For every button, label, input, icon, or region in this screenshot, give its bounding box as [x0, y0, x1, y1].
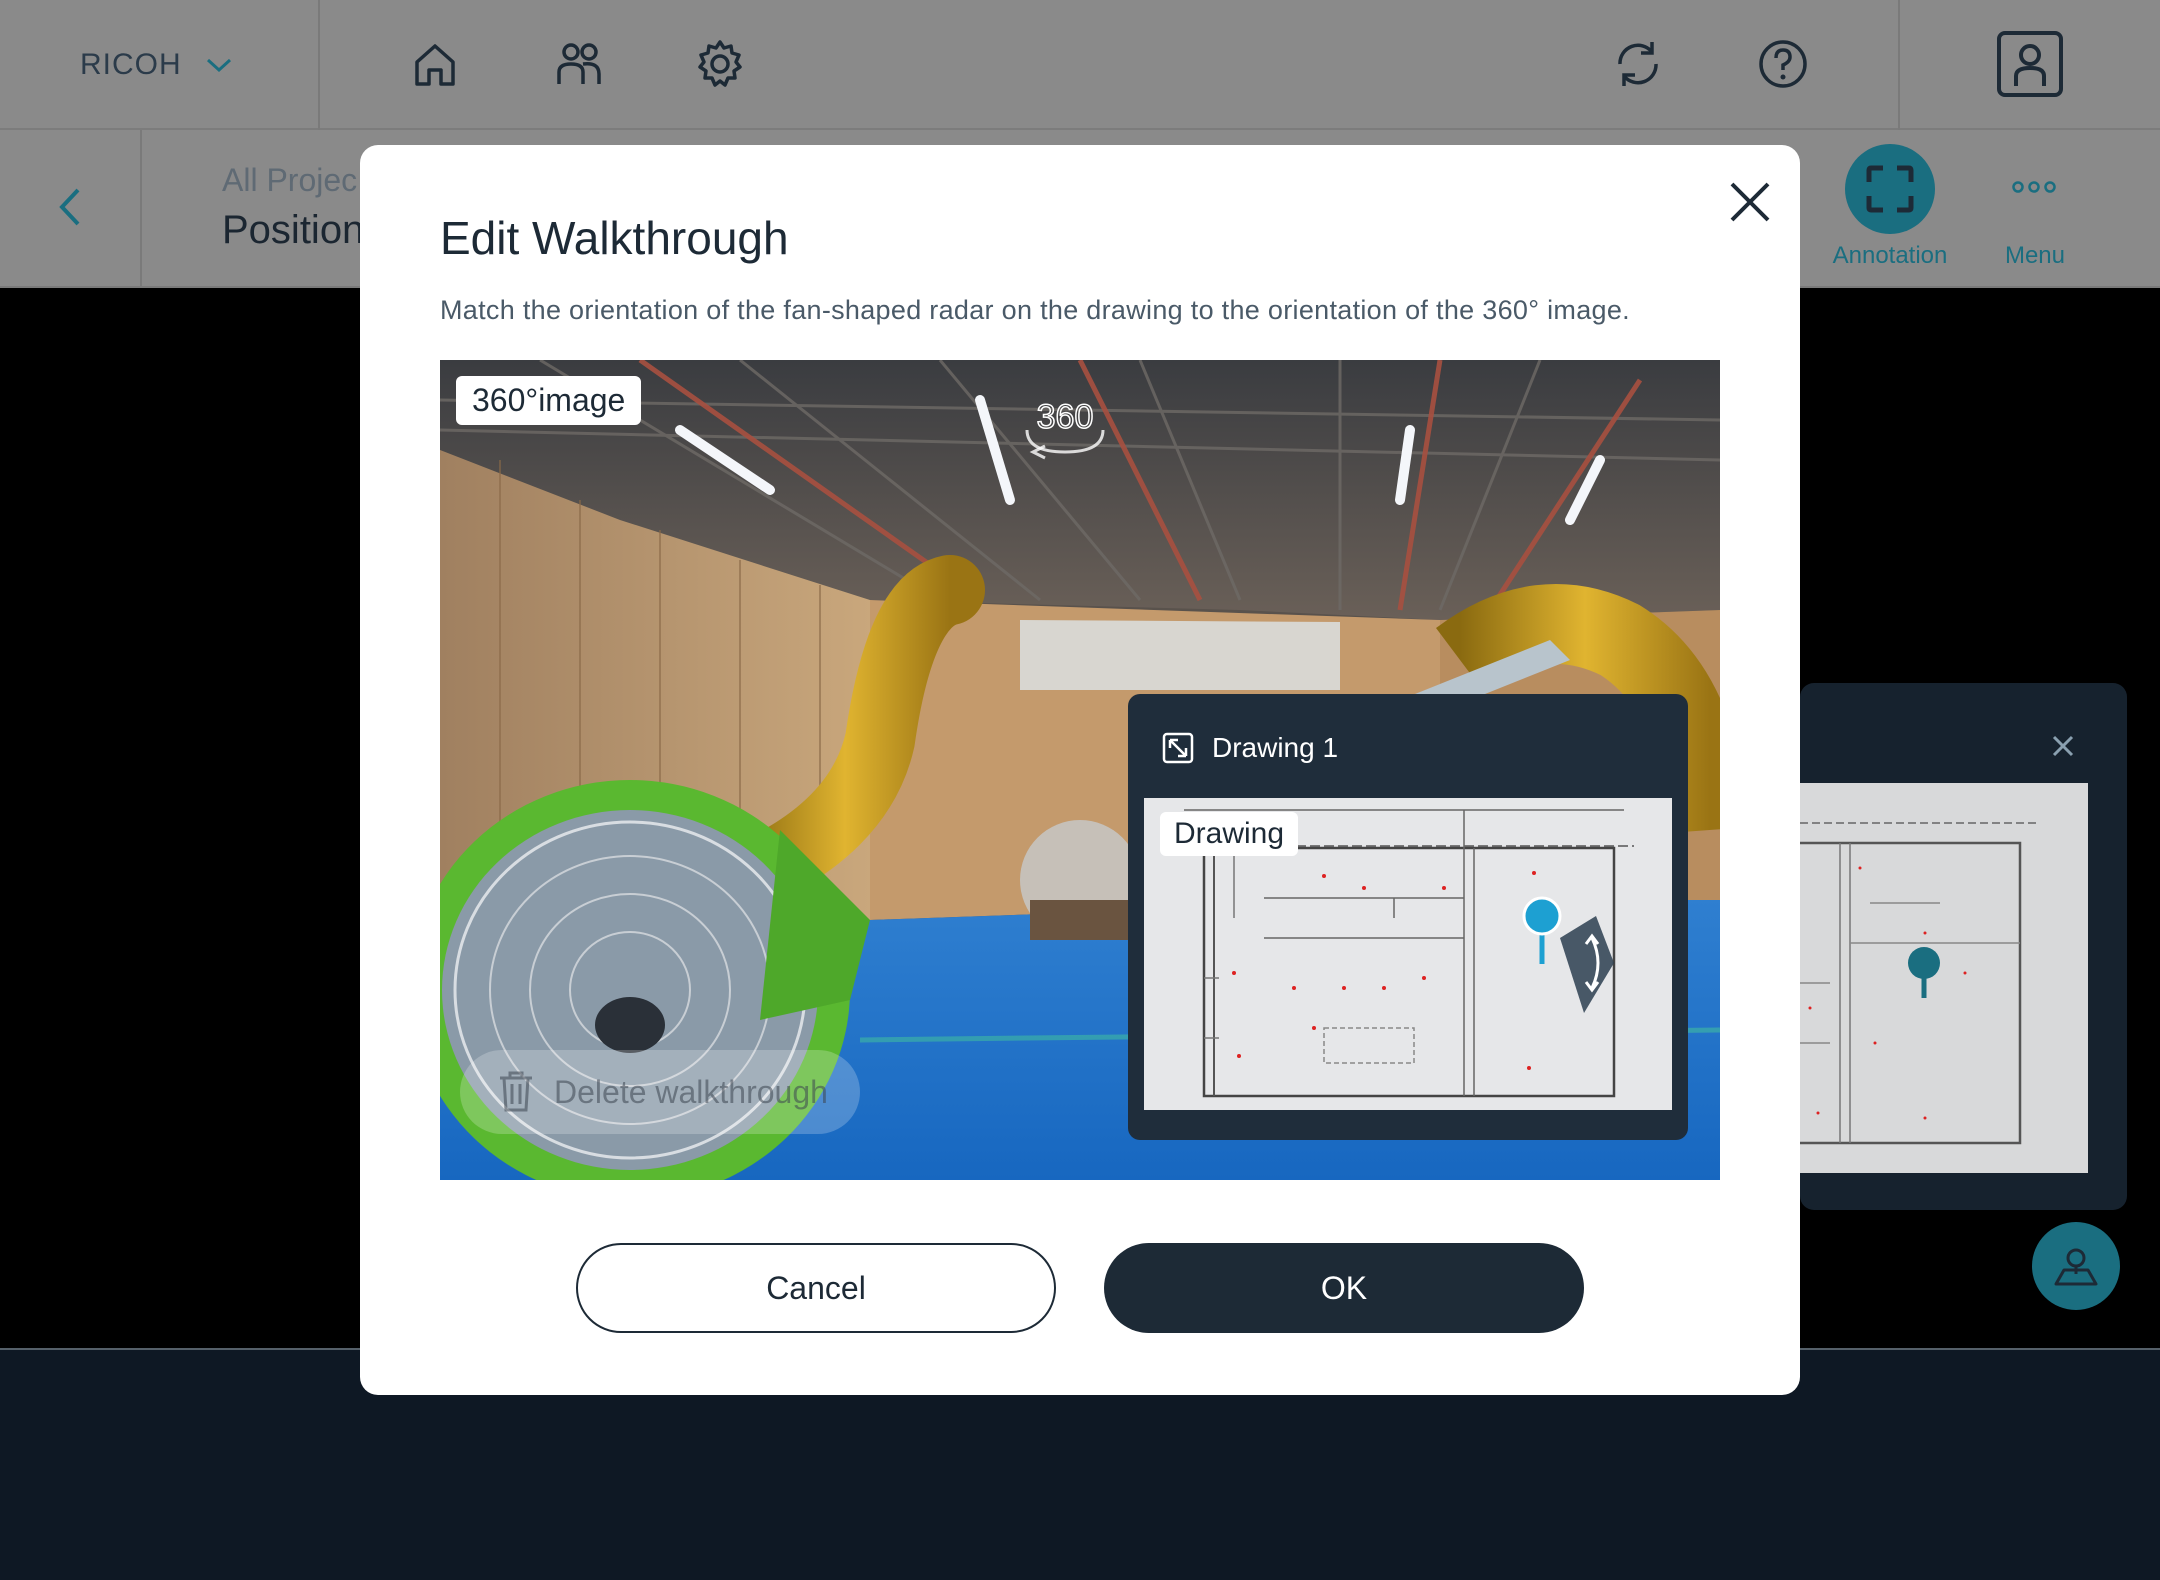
close-icon[interactable] — [1720, 172, 1780, 232]
delete-walkthrough-button: Delete walkthrough — [460, 1050, 860, 1134]
organization-selector[interactable]: RICOH — [80, 40, 234, 90]
top-navigation-bar: RICOH — [0, 0, 2160, 130]
drawing-minimap: Drawing 1 Drawing — [1128, 694, 1688, 1140]
location-pin-icon[interactable] — [1522, 896, 1562, 936]
back-arrow-icon[interactable] — [50, 182, 90, 232]
cancel-button[interactable]: Cancel — [576, 1243, 1056, 1333]
image-type-label: 360°image — [456, 376, 642, 425]
settings-gear-icon[interactable] — [690, 34, 750, 94]
floor-plan-thumbnail[interactable] — [1800, 783, 2088, 1173]
sync-icon[interactable] — [1608, 34, 1668, 94]
divider — [1898, 0, 1900, 130]
edit-walkthrough-dialog: Edit Walkthrough Match the orientation o… — [360, 145, 1800, 1395]
trash-icon — [500, 1071, 532, 1112]
breadcrumb[interactable]: All Projec — [222, 162, 357, 199]
dialog-description: Match the orientation of the fan-shaped … — [440, 295, 1630, 325]
close-icon[interactable] — [2048, 731, 2078, 761]
panorama-360-image[interactable]: 360°image 360 Delete walkthrough Drawing… — [440, 360, 1720, 1180]
divider — [140, 130, 142, 288]
delete-walkthrough-label: Delete walkthrough — [554, 1073, 828, 1110]
drawing-side-panel — [1800, 683, 2127, 1210]
map-pin-icon — [2054, 1248, 2098, 1286]
minimap-header: Drawing 1 — [1162, 732, 1338, 764]
menu-dots-icon[interactable] — [1994, 160, 2074, 220]
svg-text:360: 360 — [1037, 398, 1094, 436]
users-icon[interactable] — [549, 34, 609, 94]
page-title: Position — [222, 208, 365, 252]
drawing-type-label: Drawing — [1160, 812, 1299, 856]
floor-plan-drawing[interactable]: Drawing — [1144, 798, 1672, 1110]
help-icon[interactable] — [1753, 34, 1813, 94]
annotation-label: Annotation — [1832, 242, 1948, 269]
expand-icon[interactable] — [1162, 732, 1194, 764]
annotation-button[interactable] — [1845, 144, 1935, 234]
scan-frame-icon — [1866, 165, 1914, 213]
home-icon[interactable] — [405, 34, 465, 94]
drawing-name: Drawing 1 — [1212, 732, 1339, 763]
brand-name: RICOH — [80, 48, 182, 81]
account-icon[interactable] — [1996, 30, 2064, 98]
chevron-down-icon — [206, 58, 231, 73]
dialog-title: Edit Walkthrough — [440, 212, 789, 264]
menu-label: Menu — [2004, 242, 2066, 269]
rotate-360-icon: 360 — [1015, 380, 1115, 480]
ok-button[interactable]: OK — [1104, 1243, 1584, 1333]
map-pin-button[interactable] — [2032, 1222, 2120, 1310]
divider — [318, 0, 320, 130]
